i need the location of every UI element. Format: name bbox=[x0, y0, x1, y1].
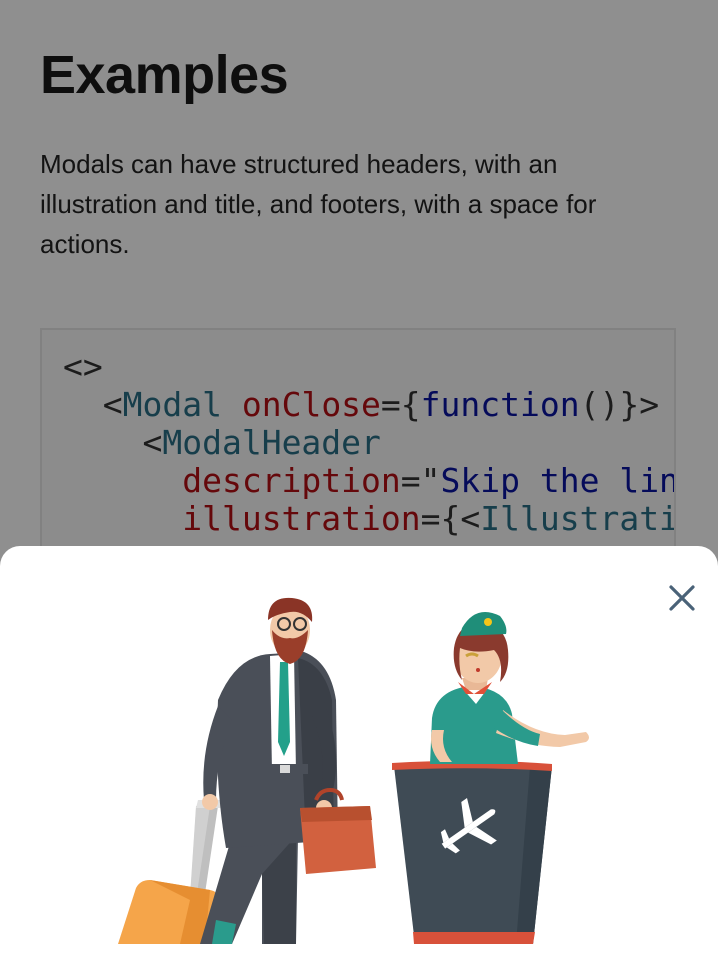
close-icon bbox=[669, 585, 695, 611]
close-button[interactable] bbox=[658, 574, 706, 622]
checkin-desk bbox=[392, 760, 552, 944]
stewardess-figure bbox=[430, 612, 589, 764]
airport-checkin-illustration bbox=[118, 597, 589, 944]
businessman-figure bbox=[118, 597, 376, 944]
